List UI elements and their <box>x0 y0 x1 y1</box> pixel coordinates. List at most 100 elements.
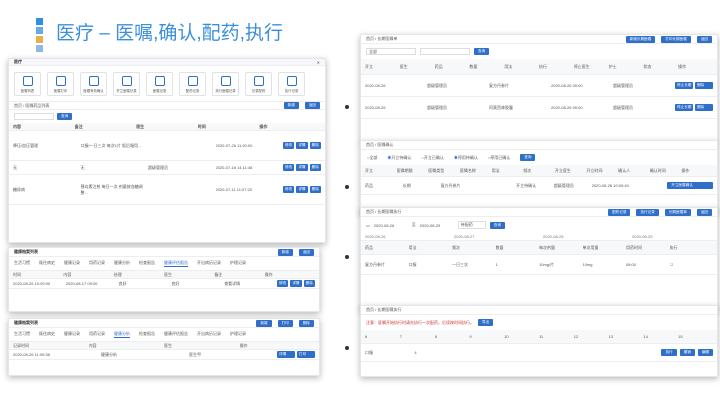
new-order-button[interactable]: 新增长期医嘱 <box>625 35 656 43</box>
stop-button[interactable]: 停止长期 <box>675 82 693 89</box>
print-row-button[interactable]: 打印 <box>297 351 315 358</box>
tab-2[interactable]: 健康记录 <box>64 260 80 267</box>
confirm-order-button[interactable]: 开立医嘱确认 <box>667 182 714 189</box>
edit-button[interactable]: 修改 <box>283 186 295 193</box>
module-pen-button[interactable]: 开立医嘱记录 <box>113 72 140 96</box>
delete-button[interactable]: 删除 <box>695 104 713 111</box>
module-doc-button[interactable]: 记录配药 <box>245 72 272 96</box>
edit-button[interactable]: 编辑 <box>697 349 713 356</box>
execute-button[interactable]: 执行 <box>661 349 677 356</box>
tab-6[interactable]: 健康评估报告 <box>164 331 188 338</box>
detail-button[interactable]: 详情 <box>277 351 295 358</box>
cell: 超级管理员 <box>427 104 447 110</box>
tab-6[interactable]: 健康评估报告 <box>164 260 188 267</box>
add-button[interactable]: 新增 <box>283 102 299 109</box>
search-button[interactable]: 查询 <box>57 113 73 120</box>
export-button[interactable]: 导出 <box>478 319 494 326</box>
date-to[interactable]: 2020-08-29 <box>420 223 454 228</box>
cell: 2020-08-26 09:00 <box>551 83 583 88</box>
delete-button[interactable]: 删除 <box>695 82 713 89</box>
delete-button[interactable]: 删除 <box>298 319 314 327</box>
execute-record-button[interactable]: 执行记录 <box>636 208 659 216</box>
search-input[interactable] <box>14 113 54 120</box>
module-list-button[interactable]: 医嘱列表 <box>14 72 41 96</box>
stop-button[interactable]: 停止长期 <box>675 104 693 111</box>
filter-label: 开立已确认 <box>423 154 444 160</box>
bullet <box>345 346 349 350</box>
module-shield-button[interactable]: 执行医嘱记录 <box>212 72 239 96</box>
order-sheet-button[interactable]: 长期医嘱单 <box>664 208 691 216</box>
search-button[interactable]: 查询 <box>520 154 536 161</box>
tab-7[interactable]: 开出病历记录 <box>197 260 221 267</box>
print-order-button[interactable]: 打印长期医嘱 <box>661 35 691 43</box>
cell: 阿莫西林胶囊 <box>489 104 513 110</box>
print-button[interactable]: 打印 <box>277 319 293 327</box>
cell: 口服/一日三次 每次1片 饭后服用… <box>80 142 143 148</box>
module-print-button[interactable]: 医嘱打印 <box>47 72 74 96</box>
column-header: 状态 <box>643 63 652 69</box>
status-select[interactable]: 待配药 <box>457 221 486 229</box>
tab-0[interactable]: 生活习惯 <box>14 260 30 267</box>
module-doc-button[interactable]: 执行记录 <box>278 72 305 96</box>
filter-option[interactable]: ○开立已确认 <box>421 155 443 161</box>
tab-0[interactable]: 生活习惯 <box>14 331 30 338</box>
edit-button[interactable]: 修改 <box>283 164 295 171</box>
module-pill-button[interactable]: 配药记录 <box>179 72 206 96</box>
detail-button[interactable]: 详情 <box>290 280 302 287</box>
column-header: 确认人 <box>618 167 631 173</box>
tab-8[interactable]: 护理记录 <box>230 331 246 338</box>
date-from[interactable]: 2020-08-26 <box>374 223 408 228</box>
filter-option[interactable]: ◉开立待确认 <box>387 155 411 161</box>
add-button[interactable]: 新增 <box>277 248 293 256</box>
back-button[interactable]: 返回 <box>304 102 320 109</box>
delete-button[interactable]: 删除 <box>309 186 321 193</box>
tab-1[interactable]: 既往病史 <box>39 260 55 267</box>
back-button[interactable]: 返回 <box>298 248 314 256</box>
module-doc-button[interactable]: 医嘱记录 <box>146 72 173 96</box>
delete-button[interactable]: 删除 <box>303 280 315 287</box>
edit-button[interactable]: 修改 <box>283 142 295 149</box>
close-icon[interactable]: ✕ <box>317 60 320 65</box>
back-button[interactable]: 返回 <box>696 35 712 43</box>
tab-4[interactable]: 健康分析 <box>114 260 130 267</box>
tab-8[interactable]: 护理记录 <box>230 260 246 267</box>
tab-1[interactable]: 既往病史 <box>39 331 55 338</box>
column-header: 执行 <box>669 244 678 250</box>
cell: 2020-08-17 09:00 <box>65 281 98 286</box>
table-row: 复方丹参片 口服 一日三次 1 10mg/片 10mg 08:00 ☐ <box>361 255 717 275</box>
table-row: 2020-08-26 超级管理员 复方丹参片 2020-08-26 09:00 超级管理… <box>361 75 717 97</box>
tab-5[interactable]: 检查报告 <box>139 260 155 267</box>
detail-button[interactable]: 详情 <box>296 186 308 193</box>
tab-2[interactable]: 健康记录 <box>64 331 80 338</box>
cell: 10mg/片 <box>539 261 555 267</box>
column-header: 时间 <box>13 271 21 277</box>
edit-button[interactable]: 修改 <box>276 280 289 287</box>
tab-7[interactable]: 开出病历记录 <box>197 331 221 338</box>
dispense-record-button[interactable]: 配药记录 <box>608 208 631 216</box>
tab-3[interactable]: 用药记录 <box>89 260 105 267</box>
execute-checkbox[interactable]: ☐ <box>670 262 714 267</box>
search-button[interactable]: 查询 <box>474 48 490 55</box>
table-row: 降压/血压管理 口服/一日三次 每次1片 饭后服用… 2020-07-26 11:2… <box>9 131 325 161</box>
detail-button[interactable]: 详情 <box>296 164 308 171</box>
delete-button[interactable]: 删除 <box>309 142 321 149</box>
tab-3[interactable]: 用药记录 <box>89 331 105 338</box>
tab-4[interactable]: 健康分析 <box>114 331 130 338</box>
column-header: 操作 <box>678 63 687 69</box>
status-select[interactable]: 全部 <box>366 48 416 55</box>
add-button[interactable]: 新增 <box>256 319 272 327</box>
tab-5[interactable]: 检查报告 <box>139 331 155 338</box>
undo-button[interactable]: 撤销 <box>679 349 695 356</box>
cell: 2020-08-26 10:09:00 <box>13 281 51 286</box>
filter-option[interactable]: ○全部 <box>367 155 377 161</box>
delete-button[interactable]: 删除 <box>309 164 321 171</box>
date-input[interactable] <box>420 48 470 55</box>
cell: 开立待确认 <box>516 182 537 188</box>
search-button[interactable]: 查询 <box>489 221 505 229</box>
column-header: 频次 <box>523 167 532 173</box>
detail-button[interactable]: 详情 <box>296 142 308 149</box>
back-button[interactable]: 返回 <box>696 208 712 216</box>
module-shield-button[interactable]: 医嘱有效确认 <box>80 72 107 96</box>
filter-option[interactable]: ○停用已确认 <box>488 155 510 161</box>
filter-option[interactable]: ◉停用待确认 <box>454 155 478 161</box>
